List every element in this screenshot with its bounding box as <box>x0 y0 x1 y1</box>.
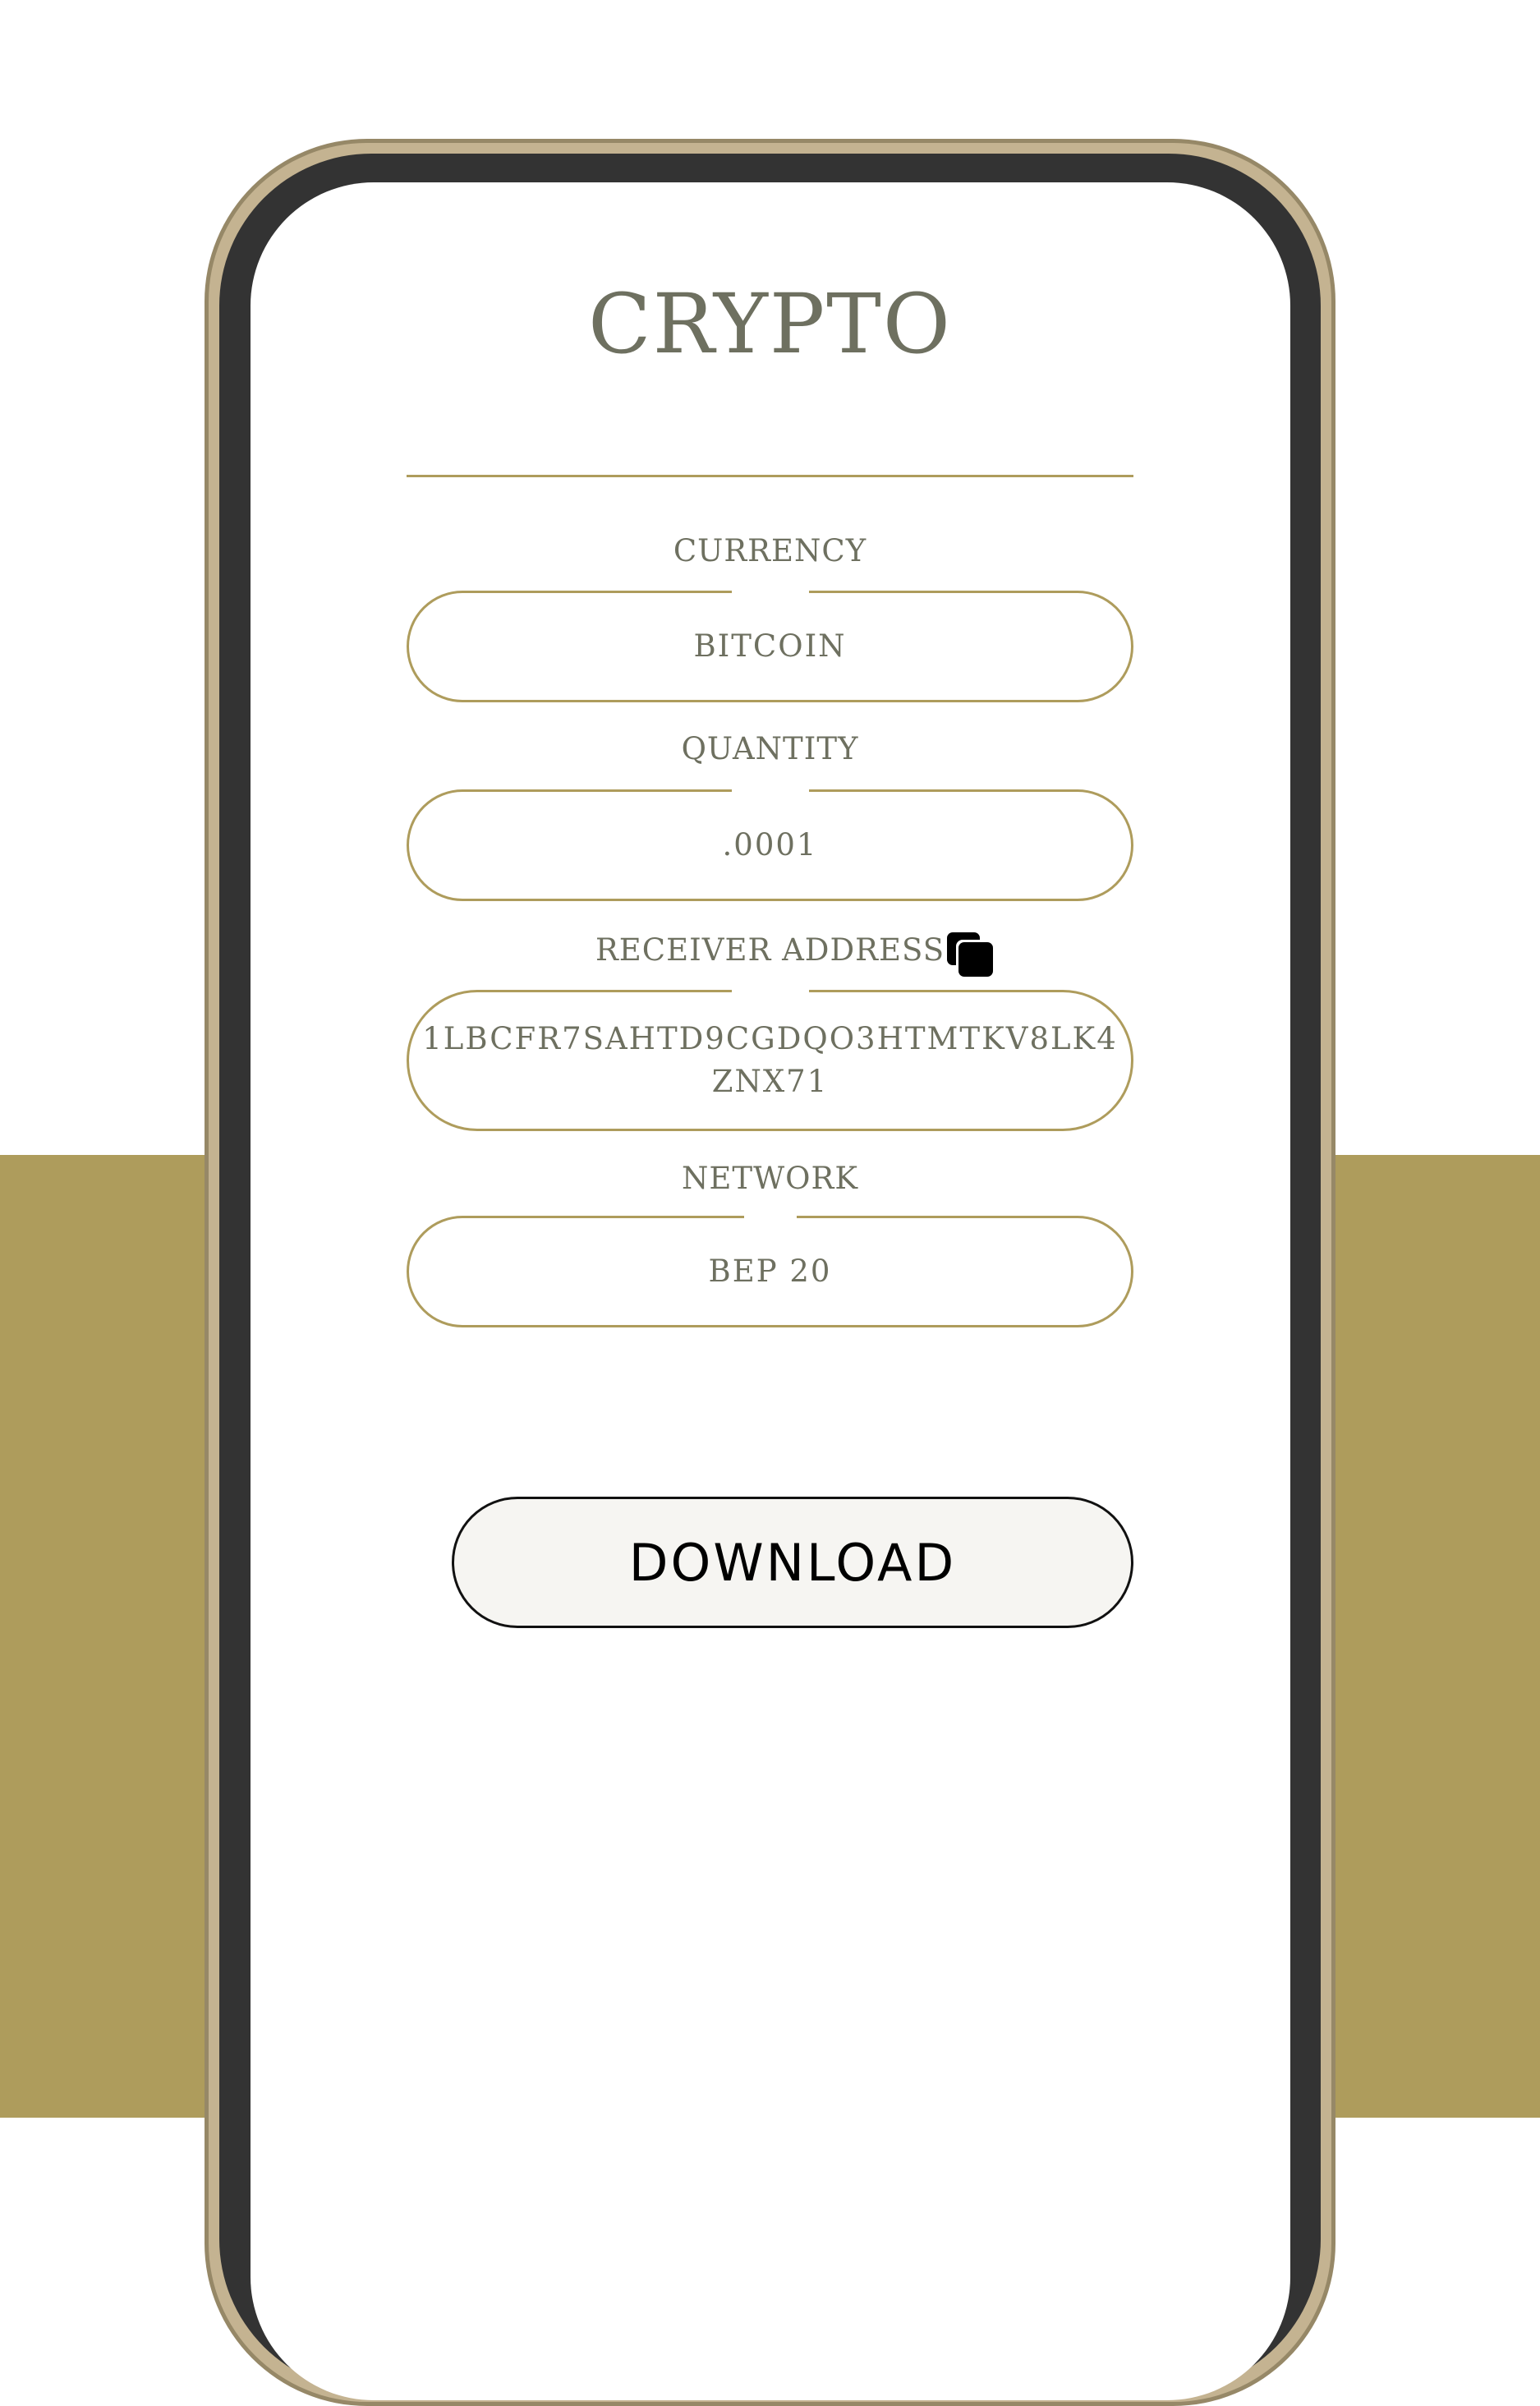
currency-label: CURRENCY <box>673 533 867 568</box>
network-label: NETWORK <box>682 1161 858 1196</box>
copy-icon[interactable] <box>945 930 995 981</box>
network-field[interactable]: BEP 20 <box>407 1214 1133 1327</box>
title-divider <box>407 475 1133 477</box>
download-button[interactable]: DOWNLOAD <box>452 1497 1133 1628</box>
currency-value: BITCOIN <box>693 628 847 664</box>
network-value: BEP 20 <box>708 1254 832 1289</box>
receiver-address-line-1: 1LBCFR7SAHTD9CGDQO3HTMTKV8LK4 <box>422 1021 1118 1056</box>
receiver-address-line-2: ZNX71 <box>711 1064 829 1099</box>
quantity-field[interactable]: .0001 <box>407 788 1133 901</box>
quantity-label-notch <box>732 788 809 794</box>
receiver-address-label: RECEIVER ADDRESS <box>595 932 945 968</box>
currency-label-notch <box>732 589 809 596</box>
currency-field[interactable]: BITCOIN <box>407 589 1133 702</box>
receiver-address-value: 1LBCFR7SAHTD9CGDQO3HTMTKV8LK4 ZNX71 <box>422 1018 1118 1103</box>
quantity-value: .0001 <box>722 827 818 863</box>
receiver-address-field[interactable]: 1LBCFR7SAHTD9CGDQO3HTMTKV8LK4 ZNX71 <box>407 988 1133 1131</box>
quantity-label: QUANTITY <box>681 731 859 766</box>
page-title: CRYPTO <box>588 276 952 372</box>
receiver-address-label-notch <box>732 988 809 995</box>
network-label-notch <box>744 1214 797 1221</box>
